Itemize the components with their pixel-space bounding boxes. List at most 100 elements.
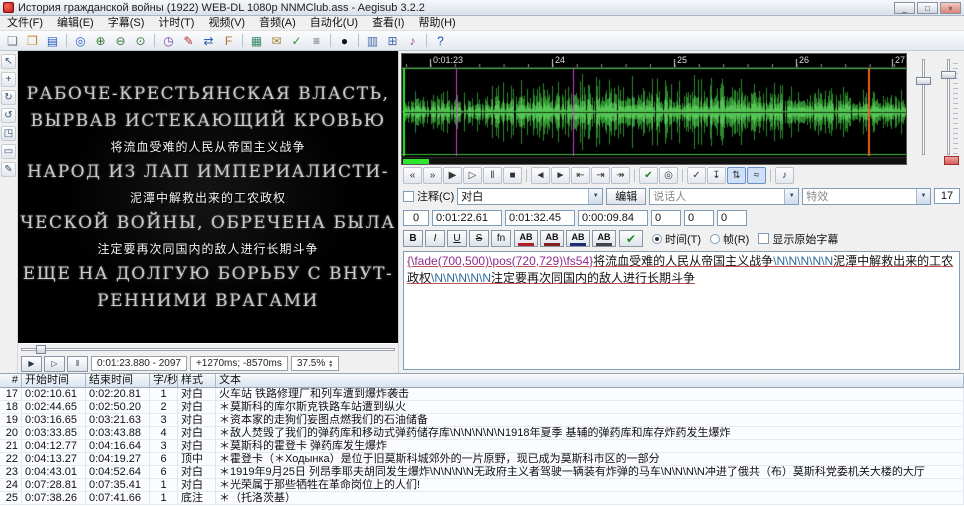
waveform-canvas[interactable] — [402, 54, 906, 164]
seek-thumb[interactable] — [36, 345, 46, 354]
subtitle-row[interactable]: 240:07:28.810:07:35.411对白＊光荣属于那些牺牲在革命岗位上… — [0, 479, 964, 492]
margin-vertical-field[interactable]: 0 — [717, 210, 747, 226]
maximize-button[interactable]: □ — [917, 2, 938, 14]
edit-style-button[interactable]: 编辑 — [606, 188, 646, 205]
video-zoom-control[interactable]: 37.5% ▲▼ — [291, 356, 339, 371]
styles-manager-button[interactable]: ▦ — [247, 32, 266, 49]
grid-header-col-4[interactable]: 样式 — [178, 374, 216, 387]
effect-dropdown[interactable]: 特效 ▼ — [802, 188, 931, 205]
pause-button[interactable]: ‖ — [67, 356, 88, 372]
menu-item-7[interactable]: 查看(I) — [365, 16, 411, 31]
margin-right-field[interactable]: 0 — [684, 210, 714, 226]
play-selection-button[interactable]: ▶ — [443, 167, 462, 184]
primary-color-button[interactable]: AB — [514, 230, 538, 247]
zoom-out-button[interactable]: ⊖ — [111, 32, 130, 49]
frame-mode-radio[interactable]: 帧(R) — [710, 231, 749, 247]
zoom-in-button[interactable]: ⊕ — [91, 32, 110, 49]
select-tool-button[interactable]: ↖ — [1, 54, 16, 69]
shadow-color-button[interactable]: AB — [592, 230, 616, 247]
grid-header-col-0[interactable]: # — [0, 374, 22, 387]
menu-item-8[interactable]: 帮助(H) — [411, 16, 462, 31]
vector-clip-tool-button[interactable]: ✎ — [1, 162, 16, 177]
outline-color-button[interactable]: AB — [566, 230, 590, 247]
italic-button[interactable]: I — [425, 230, 445, 247]
play-to-end-button[interactable]: ↠ — [611, 167, 630, 184]
audio-zoom-slider[interactable] — [913, 57, 933, 157]
previous-line-button[interactable]: « — [403, 167, 422, 184]
audio-waveform[interactable]: 0:01:2324252627 — [401, 53, 907, 165]
play-line-button[interactable]: ▷ — [44, 356, 65, 372]
new-subtitles-button[interactable]: ❏ — [3, 32, 22, 49]
drag-tool-button[interactable]: + — [1, 72, 16, 87]
subtitle-row[interactable]: 190:03:16.650:03:21.633对白＊资本家的走狗们妄图点燃我们的… — [0, 414, 964, 427]
menu-item-2[interactable]: 字幕(S) — [101, 16, 152, 31]
automation-button[interactable]: ● — [335, 32, 354, 49]
menu-item-6[interactable]: 自动化(U) — [303, 16, 365, 31]
subtitle-row[interactable]: 250:07:38.260:07:41.661底注＊（托洛茨基） — [0, 492, 964, 505]
subtitle-row[interactable]: 220:04:13.270:04:19.276顶中＊霍登卡（＊Ходынка）是… — [0, 453, 964, 466]
menu-item-1[interactable]: 编辑(E) — [50, 16, 101, 31]
menu-item-5[interactable]: 音频(A) — [252, 16, 303, 31]
grid-header-col-1[interactable]: 开始时间 — [22, 374, 86, 387]
shift-times-button[interactable]: ◷ — [159, 32, 178, 49]
comment-checkbox[interactable] — [403, 191, 414, 202]
subtitle-row[interactable]: 210:04:12.770:04:16.643对白＊莫斯科的霍登卡 弹药库发生爆… — [0, 440, 964, 453]
menu-item-4[interactable]: 视频(V) — [201, 16, 252, 31]
style-dropdown[interactable]: 对白 ▼ — [457, 188, 603, 205]
spell-checker-button[interactable]: ✓ — [287, 32, 306, 49]
play-current-line-button[interactable]: ▷ — [463, 167, 482, 184]
goto-selection-button[interactable]: ◎ — [659, 167, 678, 184]
auto-next-line-button[interactable]: ↧ — [707, 167, 726, 184]
zoom-spinner-icon[interactable]: ▲▼ — [328, 360, 333, 368]
kanji-timer-button[interactable]: ♪ — [403, 32, 422, 49]
vertical-link-button[interactable]: ≈ — [747, 167, 766, 184]
play-500ms-after-button[interactable]: ► — [551, 167, 570, 184]
bold-button[interactable]: B — [403, 230, 423, 247]
clip-tool-button[interactable]: ▭ — [1, 144, 16, 159]
auto-scroll-button[interactable]: ⇅ — [727, 167, 746, 184]
subtitle-edit-box[interactable]: {\fade(700,500)\pos(720,729)\fs54}将流血受难的… — [403, 251, 960, 370]
margin-left-field[interactable]: 0 — [651, 210, 681, 226]
scale-tool-button[interactable]: ◳ — [1, 126, 16, 141]
end-time-field[interactable]: 0:01:32.45 — [505, 210, 575, 226]
audio-volume-slider[interactable] — [938, 57, 958, 157]
karaoke-mode-button[interactable]: ♪ — [775, 167, 794, 184]
strikeout-button[interactable]: S — [469, 230, 489, 247]
open-subtitles-button[interactable]: ❒ — [23, 32, 42, 49]
audio-scrollbar[interactable] — [402, 157, 906, 164]
font-name-button[interactable]: fn — [491, 230, 511, 247]
translation-assistant-button[interactable]: ⇄ — [199, 32, 218, 49]
actor-dropdown[interactable]: 说话人 ▼ — [649, 188, 799, 205]
secondary-color-button[interactable]: AB — [540, 230, 564, 247]
jump-to-button[interactable]: ◎ — [71, 32, 90, 49]
volume-link-button[interactable] — [944, 156, 959, 165]
audio-scrollbar-thumb[interactable] — [403, 159, 429, 164]
properties-button[interactable]: ≡ — [307, 32, 326, 49]
video-seek-bar[interactable] — [18, 343, 398, 354]
subtitle-row[interactable]: 230:04:43.010:04:52.646对白＊1919年9月25日 列昂季… — [0, 466, 964, 479]
attachments-button[interactable]: ✉ — [267, 32, 286, 49]
duration-field[interactable]: 0:00:09.84 — [578, 210, 648, 226]
show-original-checkbox[interactable]: 显示原始字幕 — [758, 231, 838, 247]
video-display[interactable]: РАБОЧЕ-КРЕСТЬЯНСКАЯ ВЛАСТЬ,ВЫРВАВ ИСТЕКА… — [18, 51, 398, 343]
commit-button[interactable]: ✔ — [619, 230, 643, 247]
time-mode-radio[interactable]: 时间(T) — [652, 231, 701, 247]
zoom-fit-button[interactable]: ⊙ — [131, 32, 150, 49]
close-button[interactable]: × — [940, 2, 961, 14]
subtitle-row[interactable]: 170:02:10.610:02:20.811对白火车站 铁路修理厂和列车遭到爆… — [0, 388, 964, 401]
rotate-xy-tool-button[interactable]: ↺ — [1, 108, 16, 123]
commit-button[interactable]: ✔ — [639, 167, 658, 184]
resample-resolution-button[interactable]: ⊞ — [383, 32, 402, 49]
play-500ms-before-button[interactable]: ◄ — [531, 167, 550, 184]
underline-button[interactable]: U — [447, 230, 467, 247]
audio-volume-thumb[interactable] — [941, 71, 956, 79]
next-line-button[interactable]: » — [423, 167, 442, 184]
pause-button[interactable]: ‖ — [483, 167, 502, 184]
audio-zoom-thumb[interactable] — [916, 77, 931, 85]
rotate-z-tool-button[interactable]: ↻ — [1, 90, 16, 105]
fonts-collector-button[interactable]: F — [219, 32, 238, 49]
menu-item-0[interactable]: 文件(F) — [0, 16, 50, 31]
stop-button[interactable]: ■ — [503, 167, 522, 184]
subtitle-row[interactable]: 180:02:44.650:02:50.202对白＊莫斯科的库尔斯克铁路车站遭到… — [0, 401, 964, 414]
layer-field[interactable]: 0 — [403, 210, 429, 226]
